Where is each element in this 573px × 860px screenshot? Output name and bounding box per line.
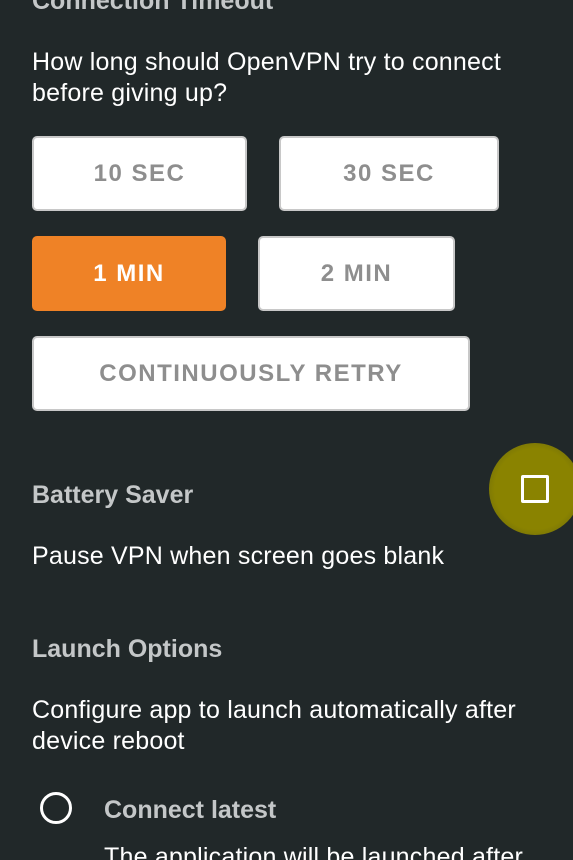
connect-latest-label[interactable]: Connect latest (104, 796, 276, 825)
timeout-1-min-button[interactable]: 1 MIN (32, 236, 226, 311)
battery-saver-description: Pause VPN when screen goes blank (32, 542, 445, 570)
checkbox-square-icon (521, 475, 549, 503)
connection-timeout-description: How long should OpenVPN try to connect b… (32, 48, 501, 107)
connect-latest-radio[interactable] (40, 792, 72, 824)
launch-options-description: Configure app to launch automatically af… (32, 696, 516, 755)
battery-saver-checkbox[interactable] (489, 443, 573, 535)
connect-latest-description: The application will be launched after (104, 843, 523, 860)
battery-saver-title: Battery Saver (32, 481, 194, 509)
timeout-10-sec-button[interactable]: 10 SEC (32, 136, 247, 211)
timeout-2-min-button[interactable]: 2 MIN (258, 236, 455, 311)
timeout-continuously-retry-button[interactable]: CONTINUOUSLY RETRY (32, 336, 470, 411)
timeout-30-sec-button[interactable]: 30 SEC (279, 136, 499, 211)
connection-timeout-title: Connection Timeout (32, 0, 274, 15)
launch-options-title: Launch Options (32, 635, 223, 663)
